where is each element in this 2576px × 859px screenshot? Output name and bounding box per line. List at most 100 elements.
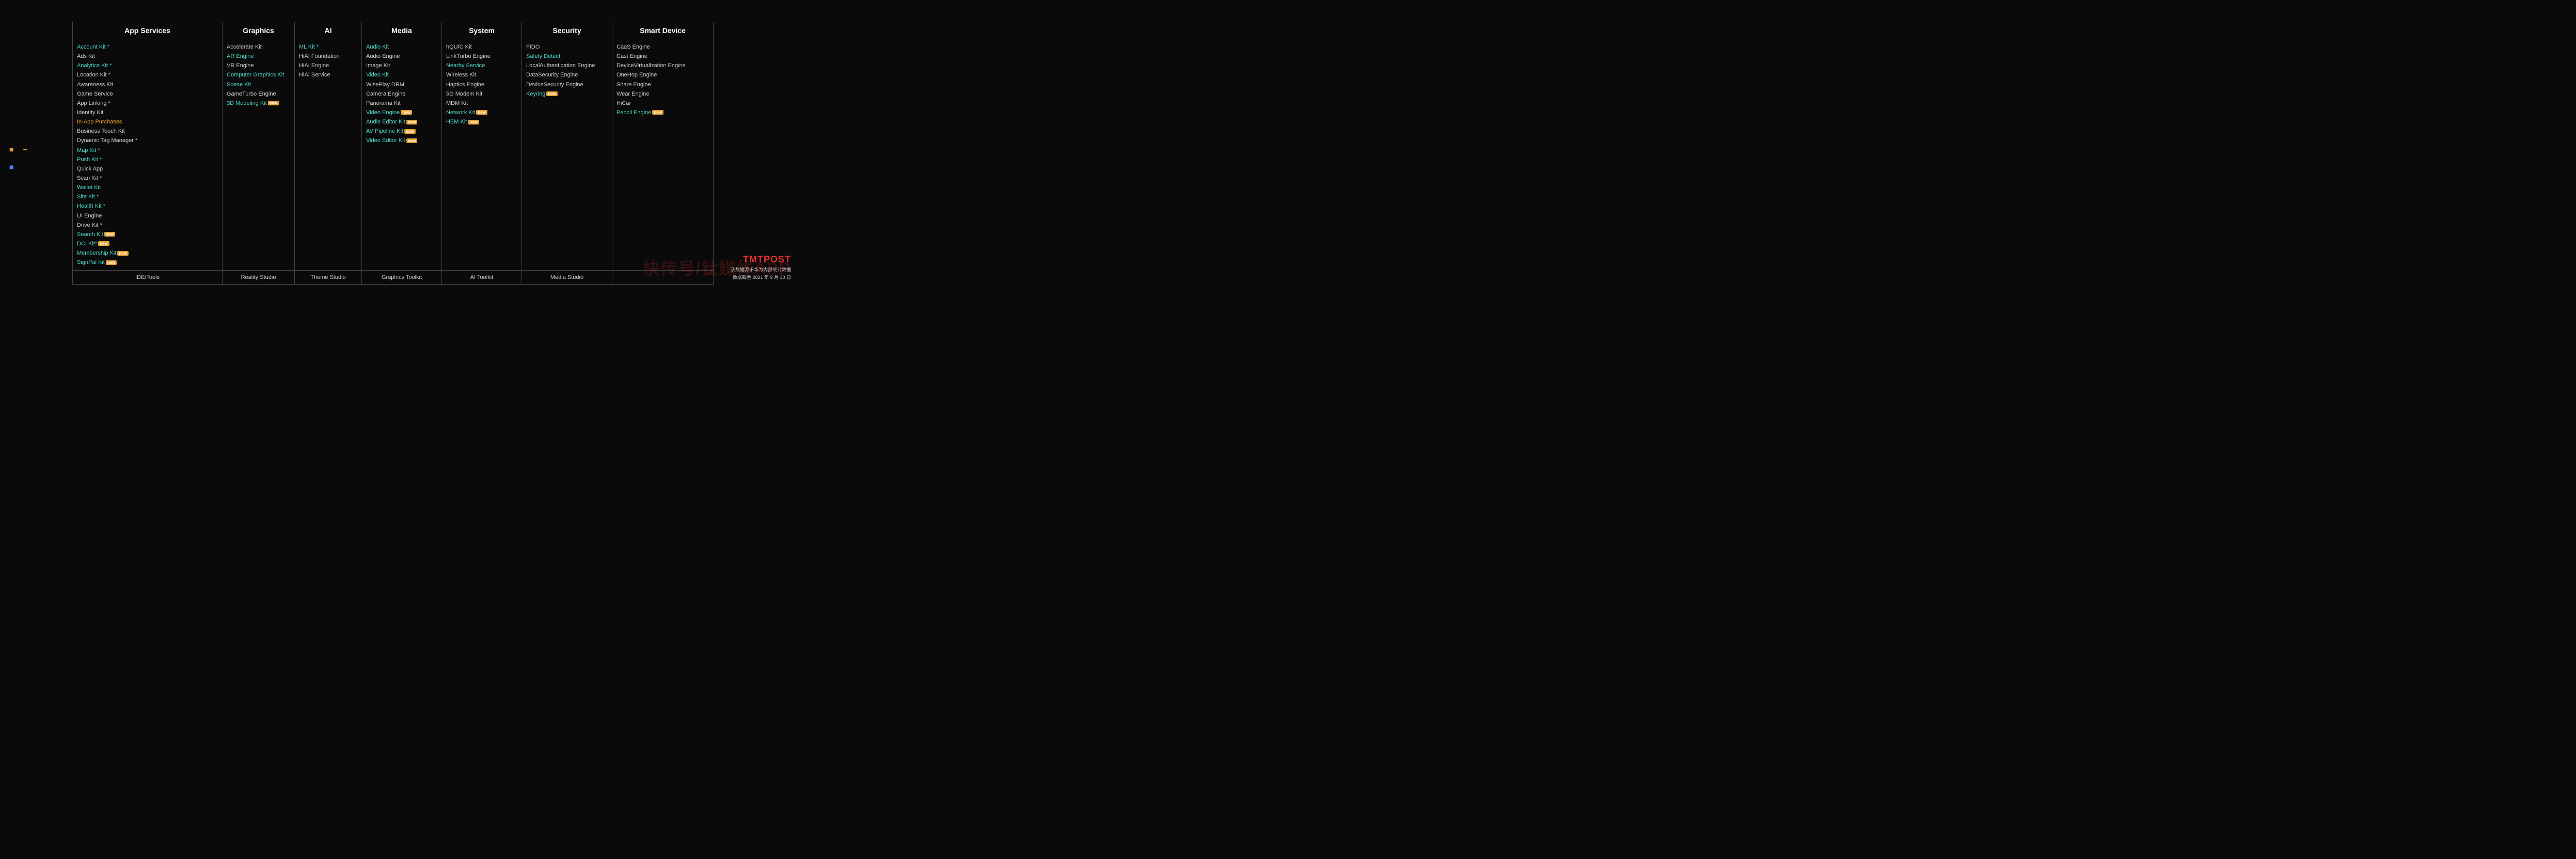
new-mark: new [468, 120, 479, 124]
kit-item: In-App Purchases [77, 117, 218, 127]
kit-item: VR Engine [227, 61, 290, 70]
grid-body-row: Account Kit *Ads KitAnalytics Kit *Locat… [73, 39, 713, 270]
new-mark: new [98, 241, 109, 246]
kit-item: Video Editor Kitnew [366, 136, 437, 145]
footer-col-4: AI Toolkit [442, 271, 522, 284]
new-badge [23, 149, 27, 150]
kit-item: MDM Kit [446, 99, 517, 108]
new-mark: new [406, 120, 418, 124]
kit-item: OneHop Engine [617, 70, 709, 80]
new-mark: new [268, 101, 279, 105]
col-body-ai: ML Kit *HiAI FoundationHiAI EngineHiAI S… [295, 39, 362, 270]
new-mark: new [117, 251, 129, 256]
kit-item: HiAI Service [299, 70, 357, 80]
legend-blue: ■ [9, 163, 66, 171]
new-mark: new [406, 138, 418, 143]
kit-item: hQUIC Kit [446, 42, 517, 52]
kit-item: Search Kitnew [77, 230, 218, 239]
page-wrapper: ■ ■ App ServicesGraphicsAIMediaSystemSec… [0, 0, 644, 290]
new-mark: new [106, 260, 117, 265]
kit-item: FIDO [526, 42, 608, 52]
col-header-security: Security [522, 22, 612, 39]
col-header-ai: AI [295, 22, 362, 39]
kit-item: 3D Modeling Kitnew [227, 99, 290, 108]
kit-item: Game Service [77, 89, 218, 99]
col-body-smart_device: CaaS EngineCast EngineDeviceVirtualizati… [612, 39, 713, 270]
kit-item: Identity Kit [77, 108, 218, 117]
main-layout: ■ ■ App ServicesGraphicsAIMediaSystemSec… [0, 22, 644, 285]
kit-item: ML Kit * [299, 42, 357, 52]
kit-item: Analytics Kit * [77, 61, 218, 70]
kit-item: Camera Engine [366, 89, 437, 99]
kit-item: Scan Kit * [77, 174, 218, 183]
kit-item: Membership Kitnew [77, 248, 218, 258]
footer-col-0: IDE/Tools [73, 271, 223, 284]
kit-item: CaaS Engine [617, 42, 709, 52]
left-legend: ■ ■ [0, 22, 72, 285]
kit-item: Dynamic Tag Manager * [77, 136, 218, 145]
logo-area: TMTPOST 该数据源于华为内部统计数据 数据截至 2021 年 9 月 30… [714, 22, 796, 285]
app-services-subcol2: Map Kit *Push Kit *Quick AppScan Kit *Wa… [77, 146, 218, 268]
kit-item: HiAI Foundation [299, 52, 357, 61]
footer-col-last [612, 271, 713, 284]
kit-item: App Linking * [77, 99, 218, 108]
new-mark: new [476, 110, 487, 115]
new-mark: new [652, 110, 663, 115]
kit-item: Push Kit * [77, 155, 218, 164]
new-mark: new [404, 129, 416, 134]
col-body-system: hQUIC KitLinkTurbo EngineNearby ServiceW… [442, 39, 522, 270]
kit-item: HEM Kitnew [446, 117, 517, 127]
kit-item: LinkTurbo Engine [446, 52, 517, 61]
grid-footer-row: IDE/ToolsReality StudioTheme StudioGraph… [73, 270, 713, 284]
new-mark: new [546, 91, 558, 96]
kit-item: Wear Engine [617, 89, 709, 99]
kit-item: AR Engine [227, 52, 290, 61]
logo-sub2: 数据截至 2021 年 9 月 30 日 [733, 274, 791, 280]
kit-item: Network Kitnew [446, 108, 517, 117]
main-grid: App ServicesGraphicsAIMediaSystemSecurit… [72, 22, 714, 285]
kit-item: Video Kit [366, 70, 437, 80]
kit-item: Quick App [77, 164, 218, 174]
new-mark: new [401, 110, 412, 115]
orange-symbol: ■ [9, 145, 13, 153]
grid-header-row: App ServicesGraphicsAIMediaSystemSecurit… [73, 22, 713, 39]
kit-item: HiAI Engine [299, 61, 357, 70]
kit-item: SignPal Kitnew [77, 258, 218, 267]
kit-item: Image Kit [366, 61, 437, 70]
kit-item: Audio Editor Kitnew [366, 117, 437, 127]
kit-item: LocalAuthentication Engine [526, 61, 608, 70]
kit-item: Video Enginenew [366, 108, 437, 117]
page-title [0, 5, 644, 22]
kit-item: Map Kit * [77, 146, 218, 155]
kit-item: Cast Engine [617, 52, 709, 61]
kit-item: DeviceSecurity Engine [526, 80, 608, 89]
kit-item: Safety Detect [526, 52, 608, 61]
kit-item: Wallet Kit [77, 183, 218, 192]
kit-item: Accelerate Kit [227, 42, 290, 52]
kit-item: DeviceVirtualization Engine [617, 61, 709, 70]
col-body-graphics: Accelerate KitAR EngineVR EngineComputer… [223, 39, 295, 270]
kit-item: Wireless Kit [446, 70, 517, 80]
kit-item: Drive Kit * [77, 221, 218, 230]
kit-item: Audio Kit [366, 42, 437, 52]
blue-symbol: ■ [9, 163, 13, 171]
kit-item: Nearby Service [446, 61, 517, 70]
kit-item: Business Touch Kit [77, 127, 218, 136]
col-header-system: System [442, 22, 522, 39]
kit-item: AV Pipeline Kitnew [366, 127, 437, 136]
kit-item: Ads Kit [77, 52, 218, 61]
kit-item: Site Kit * [77, 192, 218, 201]
kit-item: Account Kit * [77, 42, 218, 52]
footer-col-3: Graphics Toolkit [362, 271, 442, 284]
kit-item: Computer Graphics Kit [227, 70, 290, 80]
kit-item: DCI Kit*new [77, 239, 218, 248]
col-header-smart_device: Smart Device [612, 22, 713, 39]
col-body-media: Audio KitAudio EngineImage KitVideo KitW… [362, 39, 442, 270]
kit-item: Panorama Kit [366, 99, 437, 108]
kit-item: GameTurbo Engine [227, 89, 290, 99]
footer-col-1: Reality Studio [223, 271, 295, 284]
col-body-app_services: Account Kit *Ads KitAnalytics Kit *Locat… [73, 39, 223, 270]
logo-brand: TMTPOST [743, 254, 791, 265]
legend-orange: ■ [9, 145, 66, 153]
kit-item: Location Kit * [77, 70, 218, 80]
